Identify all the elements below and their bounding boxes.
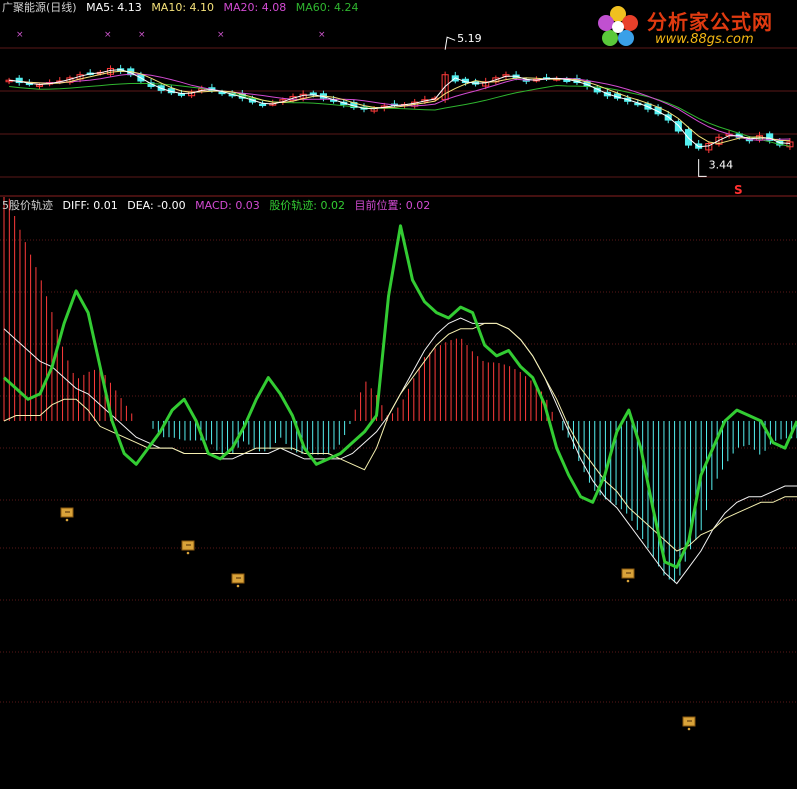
ma5-legend: MA5: 4.13 <box>86 1 142 14</box>
site-logo: 分析家公式网 www.88gs.com <box>593 2 793 52</box>
down-candle <box>177 93 186 96</box>
high-price-label: 5.19 <box>457 32 482 45</box>
signal-flag-icon <box>682 716 696 731</box>
indicator-legend: 5股价轨迹 DIFF: 0.01 DEA: -0.00 MACD: 0.03 股… <box>2 199 436 213</box>
price-legend: 广聚能源(日线) MA5: 4.13 MA10: 4.10 MA20: 4.08… <box>2 1 364 15</box>
price-track-line <box>2 224 797 569</box>
signal-flag-icon <box>621 568 635 583</box>
track-legend: 股价轨迹: 0.02 <box>269 199 346 212</box>
dea-line <box>3 322 797 552</box>
flower-logo-icon <box>598 6 638 46</box>
low-price-pointer <box>698 159 707 177</box>
signal-cross-mark: × <box>138 30 146 40</box>
position-legend: 目前位置: 0.02 <box>354 199 431 212</box>
dea-legend: DEA: -0.00 <box>127 199 186 212</box>
signal-flag-icon <box>181 540 195 555</box>
logo-url: www.88gs.com <box>655 32 754 47</box>
signal-flag-icon <box>60 507 74 522</box>
sell-signal-marker: S <box>734 183 743 197</box>
logo-title: 分析家公式网 <box>647 10 773 34</box>
ma60-legend: MA60: 4.24 <box>295 1 359 14</box>
stock-chart-window: × × × × × 5.19 3.44 S 广聚能源(日线) MA5: 4.13 MA10: … <box>0 0 797 789</box>
down-candle <box>259 103 267 107</box>
indicator-name: 5股价轨迹 <box>2 199 53 212</box>
macd-panel <box>0 197 797 731</box>
diff-legend: DIFF: 0.01 <box>62 199 118 212</box>
macd-legend: MACD: 0.03 <box>195 199 260 212</box>
ma10-line <box>9 70 790 145</box>
signal-cross-mark: × <box>104 30 112 40</box>
ma20-legend: MA20: 4.08 <box>223 1 287 14</box>
ma10-legend: MA10: 4.10 <box>151 1 215 14</box>
signal-flag-icon <box>231 573 245 588</box>
down-candle <box>674 121 682 132</box>
signal-cross-mark: × <box>217 30 225 40</box>
signal-cross-mark: × <box>318 30 326 40</box>
low-price-label: 3.44 <box>709 159 734 172</box>
signal-cross-mark: × <box>16 30 24 40</box>
stock-name: 广聚能源(日线) <box>2 1 77 14</box>
